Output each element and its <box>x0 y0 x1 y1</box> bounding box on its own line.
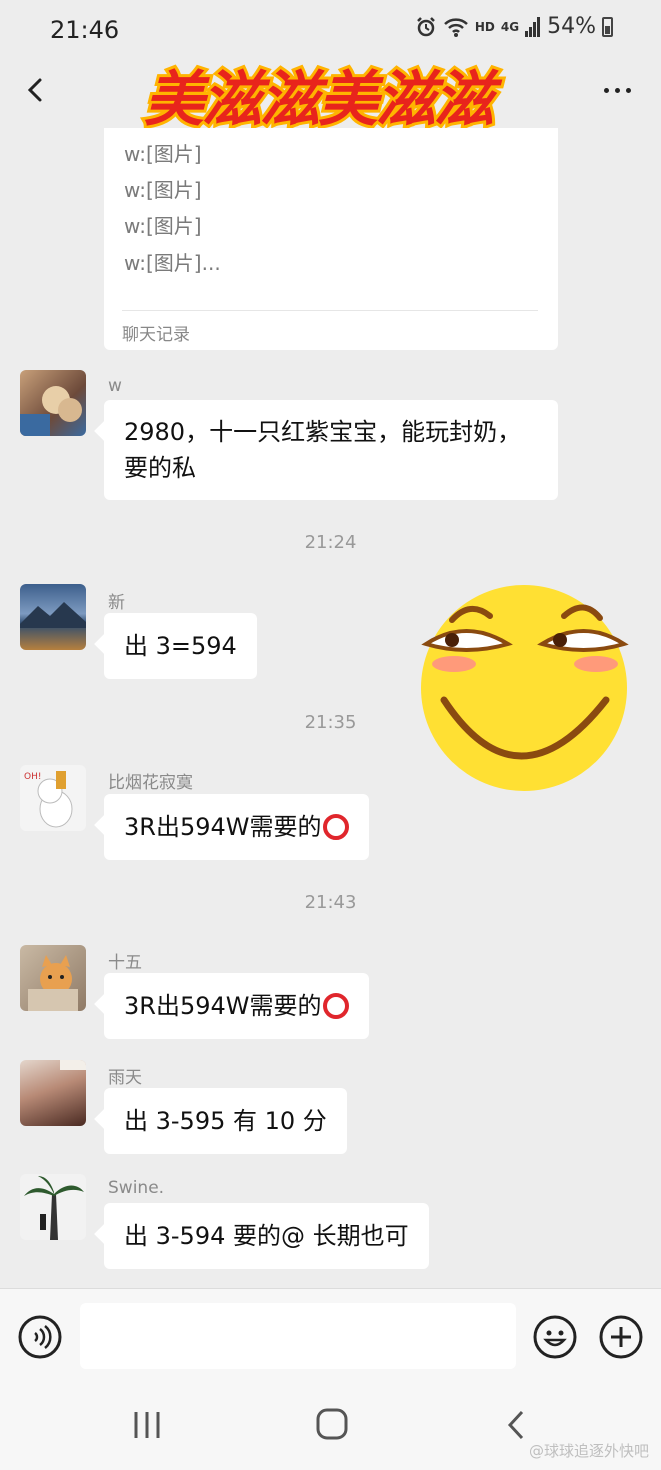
more-options-button[interactable] <box>597 76 637 104</box>
timestamp: 21:24 <box>304 532 357 553</box>
network-label: HD <box>474 19 495 34</box>
recent-apps-icon[interactable] <box>130 1408 164 1442</box>
chat-header: 美滋滋美滋滋 <box>0 62 661 138</box>
status-icons: HD 4G 54% <box>415 14 613 39</box>
sender-name: Swine. <box>108 1178 165 1198</box>
message-input[interactable] <box>80 1303 516 1369</box>
card-line: w:[图片] <box>124 142 202 166</box>
alarm-icon <box>416 16 435 36</box>
message-text: 3R出594W需要的 <box>124 992 322 1020</box>
timestamp: 21:43 <box>304 892 357 913</box>
svg-text:OH!: OH! <box>24 772 41 782</box>
voice-input-icon[interactable] <box>17 1314 63 1360</box>
card-line: w:[图片] <box>124 214 202 238</box>
watermark: @球球追逐外快吧 <box>528 1442 649 1460</box>
status-bar: 21:46 HD 4G 54% <box>0 0 661 62</box>
sender-name: 新 <box>108 593 125 613</box>
card-footer: 聊天记录 <box>122 325 190 345</box>
message-bubble[interactable]: 出 3=594 <box>104 613 257 679</box>
message-bubble[interactable]: 2980，十一只红紫宝宝，能玩封奶，要的私 <box>104 400 558 500</box>
chat-title: 美滋滋美滋滋 <box>141 62 508 138</box>
message-bubble[interactable]: 3R出594W需要的 <box>104 973 370 1039</box>
red-circle-emoji <box>323 993 350 1019</box>
card-line: w:[图片]... <box>124 251 221 275</box>
emoji-icon[interactable] <box>532 1314 578 1360</box>
home-icon[interactable] <box>314 1406 350 1442</box>
system-navigation: @球球追逐外快吧 <box>0 1382 661 1470</box>
message-bubble[interactable]: 3R出594W需要的 <box>104 794 370 860</box>
message-bubble[interactable]: 出 3-595 有 10 分 <box>104 1088 347 1154</box>
avatar[interactable] <box>20 584 86 650</box>
sender-name: 十五 <box>108 953 142 973</box>
avatar[interactable] <box>20 1174 86 1240</box>
avatar-image <box>24 1176 84 1240</box>
avatar[interactable] <box>20 945 86 1011</box>
avatar[interactable] <box>20 370 86 436</box>
divider <box>122 310 538 311</box>
input-bar <box>0 1288 661 1382</box>
signal-icon <box>525 16 541 37</box>
card-line: w:[图片] <box>124 178 202 202</box>
avatar-image <box>20 602 86 628</box>
sender-name: 比烟花寂寞 <box>108 773 193 793</box>
red-circle-emoji <box>323 814 350 840</box>
avatar[interactable]: OH! <box>20 765 86 831</box>
smirk-emoji-sticker <box>421 585 629 791</box>
avatar-image: OH! <box>24 771 73 828</box>
sender-name: 雨天 <box>108 1068 142 1088</box>
chat-title-text: 美滋滋美滋滋 <box>144 65 503 135</box>
avatar[interactable] <box>20 1060 86 1126</box>
avatar-image <box>60 1060 86 1070</box>
chat-history-card[interactable]: w:[图片] w:[图片] w:[图片] w:[图片]... 聊天记录 <box>104 128 558 350</box>
battery-icon <box>602 16 613 37</box>
wifi-icon <box>444 17 468 37</box>
back-arrow-icon[interactable] <box>18 70 58 110</box>
avatar-image <box>20 386 82 436</box>
signal-label: 4G <box>500 19 520 34</box>
sender-name: w <box>108 376 122 396</box>
chat-messages: w:[图片] w:[图片] w:[图片] w:[图片]... 聊天记录 w 29… <box>0 128 661 1288</box>
message-bubble[interactable]: 出 3-594 要的@ 长期也可 <box>104 1203 429 1269</box>
status-time: 21:46 <box>50 16 120 44</box>
message-text: 3R出594W需要的 <box>124 813 322 841</box>
battery-percent: 54% <box>547 14 596 39</box>
system-back-icon[interactable] <box>500 1408 534 1442</box>
avatar-image <box>28 955 78 1011</box>
plus-icon[interactable] <box>598 1314 644 1360</box>
